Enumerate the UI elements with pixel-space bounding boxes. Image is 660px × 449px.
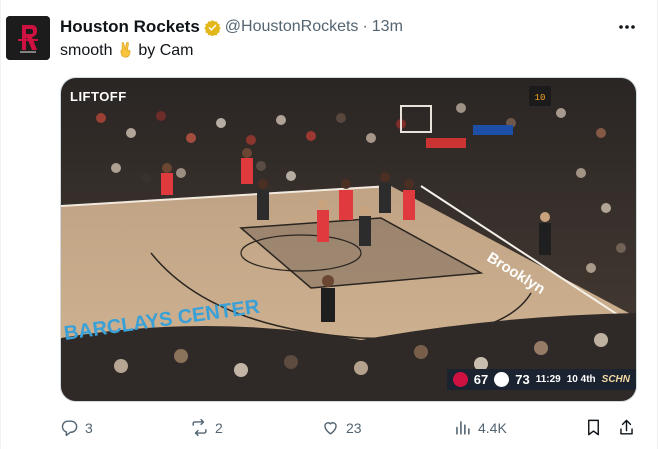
game-clock: 11:29 bbox=[535, 374, 561, 385]
scorebug: 67 73 11:29 10 4th SCHN bbox=[446, 369, 636, 390]
rockets-team-icon bbox=[452, 372, 468, 387]
video-player[interactable]: 10 BARCLAYS CENTER Brooklyn LIFTOFF 67 7… bbox=[60, 77, 637, 402]
repost-button[interactable]: 2 bbox=[190, 418, 223, 437]
view-count: 4.4K bbox=[478, 419, 507, 436]
bookmark-button[interactable] bbox=[584, 418, 603, 437]
tweet-text: smooth by Cam bbox=[60, 41, 194, 60]
network-logo: SCHN bbox=[601, 374, 630, 385]
shot-clock-display: 10 bbox=[535, 93, 546, 103]
tweet-text-suffix: by Cam bbox=[138, 42, 194, 59]
tweet-actions: 3 2 23 4.4K bbox=[60, 415, 640, 441]
home-score: 67 bbox=[473, 372, 489, 387]
tweet-header: Houston Rockets @HoustonRockets · 13m bbox=[60, 15, 403, 39]
left-border bbox=[0, 0, 1, 449]
avatar[interactable] bbox=[6, 16, 50, 60]
heart-icon bbox=[324, 422, 337, 435]
game-period: 10 4th bbox=[566, 374, 596, 385]
like-button[interactable]: 23 bbox=[321, 418, 362, 437]
victory-hand-emoji-icon bbox=[120, 42, 131, 58]
liftoff-watermark: LIFTOFF bbox=[70, 89, 127, 104]
share-button[interactable] bbox=[617, 418, 636, 437]
display-name[interactable]: Houston Rockets bbox=[60, 17, 200, 37]
reply-count: 3 bbox=[85, 419, 93, 436]
bookmark-icon bbox=[588, 419, 599, 436]
reply-button[interactable]: 3 bbox=[60, 418, 93, 437]
right-border bbox=[657, 0, 658, 449]
timestamp[interactable]: 13m bbox=[372, 18, 403, 36]
like-count: 23 bbox=[346, 419, 362, 436]
reply-icon bbox=[61, 420, 78, 437]
views-button[interactable]: 4.4K bbox=[453, 418, 507, 437]
user-handle[interactable]: @HoustonRockets bbox=[225, 18, 359, 36]
more-options-button[interactable] bbox=[614, 16, 640, 38]
views-bar-chart-icon bbox=[456, 421, 470, 435]
away-score: 73 bbox=[515, 372, 530, 387]
nets-team-icon bbox=[494, 372, 510, 387]
houston-rockets-logo-icon bbox=[6, 16, 50, 60]
game-video-frame: 10 BARCLAYS CENTER Brooklyn bbox=[61, 78, 636, 401]
separator-dot: · bbox=[362, 18, 368, 35]
verified-badge-icon bbox=[204, 19, 221, 36]
tweet-text-main: smooth bbox=[60, 42, 113, 59]
repost-count: 2 bbox=[215, 419, 223, 436]
repost-icon bbox=[192, 418, 207, 437]
more-icon bbox=[619, 25, 635, 29]
share-icon bbox=[620, 419, 633, 435]
